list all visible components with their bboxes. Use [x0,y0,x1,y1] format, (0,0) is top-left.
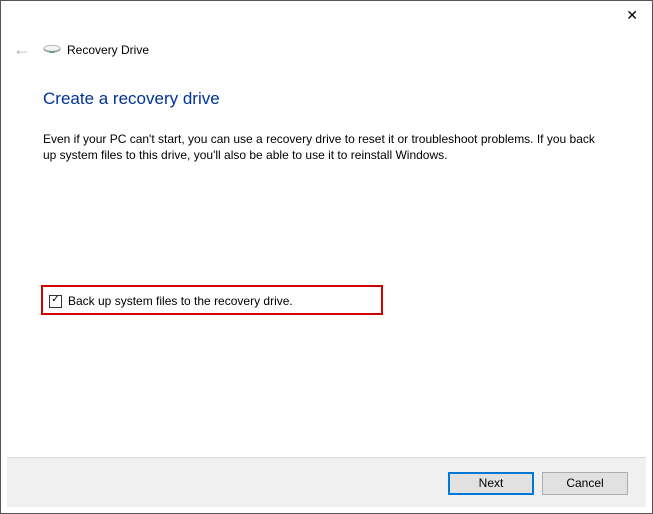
close-icon[interactable]: ✕ [626,7,638,24]
header-title: Recovery Drive [67,43,149,57]
page-description: Even if your PC can't start, you can use… [43,131,602,163]
page-title: Create a recovery drive [43,89,220,109]
titlebar: ✕ [1,1,652,31]
backup-checkbox[interactable] [49,295,62,308]
header-row: ← Recovery Drive [13,39,149,60]
backup-checkbox-label: Back up system files to the recovery dri… [68,294,293,308]
wizard-window: ✕ ← Recovery Drive Create a recovery dri… [0,0,653,514]
next-button[interactable]: Next [448,472,534,495]
cancel-button[interactable]: Cancel [542,472,628,495]
footer: Next Cancel [7,457,646,507]
backup-checkbox-row[interactable]: Back up system files to the recovery dri… [45,288,303,314]
drive-icon [43,44,61,56]
back-arrow-icon: ← [13,39,31,60]
